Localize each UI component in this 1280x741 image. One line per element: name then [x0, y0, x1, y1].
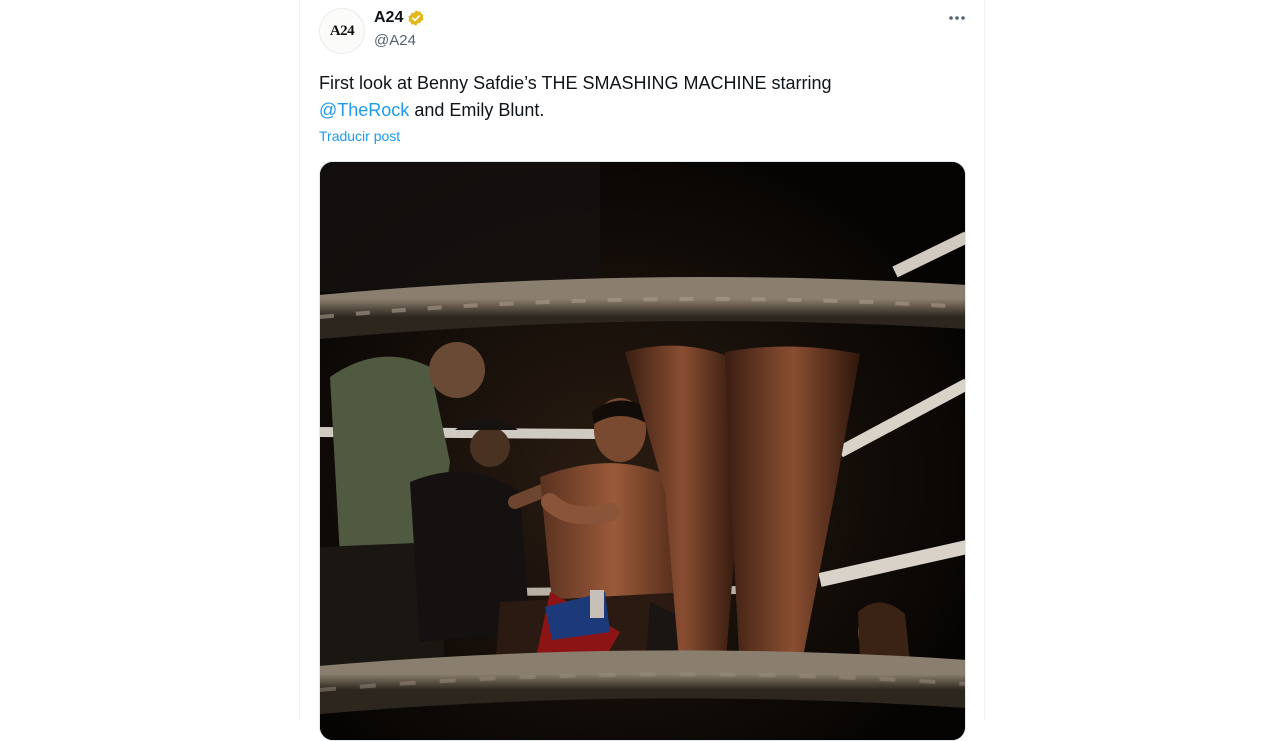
author-handle[interactable]: @A24	[374, 32, 416, 49]
author-name-row: A24	[374, 8, 425, 28]
post-text-line-1: First look at Benny Safdie’s THE SMASHIN…	[319, 73, 832, 93]
post-text: First look at Benny Safdie’s THE SMASHIN…	[319, 70, 959, 124]
mention-link[interactable]: @TheRock	[319, 100, 409, 120]
more-options-icon[interactable]	[944, 8, 970, 28]
post-media-photo[interactable]	[319, 161, 966, 741]
verified-badge-icon	[408, 10, 424, 26]
ellipsis-icon	[949, 16, 965, 20]
avatar-logo-text: A24	[329, 22, 355, 39]
author-display-name[interactable]: A24	[374, 9, 403, 27]
author-avatar[interactable]: A24	[319, 8, 365, 54]
translate-post-link[interactable]: Traducir post	[319, 128, 400, 144]
post-text-tail: and Emily Blunt.	[409, 100, 545, 120]
post-text-line-2: @TheRock and Emily Blunt.	[319, 97, 959, 124]
boxing-ring-photo	[320, 162, 965, 740]
